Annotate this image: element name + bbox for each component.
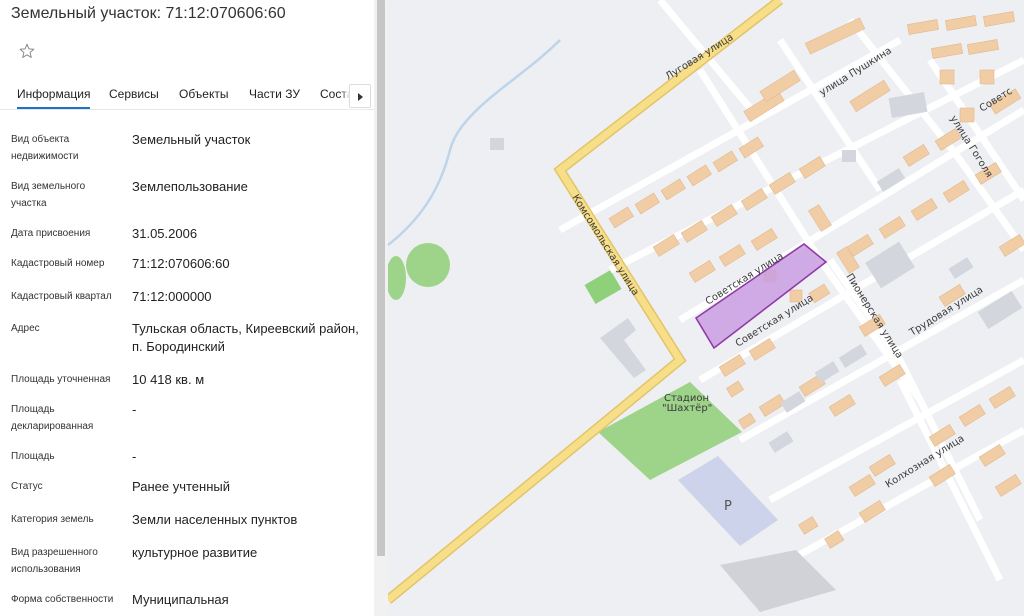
field-label: Вид земельного участка xyxy=(11,181,86,209)
panel-scrollbar-thumb[interactable] xyxy=(377,0,385,556)
field-value: Земли населенных пунктов xyxy=(132,512,298,527)
tab-services[interactable]: Сервисы xyxy=(109,87,159,101)
tabs-next-button[interactable] xyxy=(349,84,371,108)
field-value: 10 418 кв. м xyxy=(132,372,205,387)
field-label: Площадь декларированная xyxy=(11,404,94,432)
stadium-label-name: "Шахтёр" xyxy=(662,403,712,414)
tab-information[interactable]: Информация xyxy=(17,87,91,109)
tab-objects[interactable]: Объекты xyxy=(179,87,229,101)
field-value: культурное развитие xyxy=(132,545,258,560)
field-label: Адрес xyxy=(11,323,40,334)
star-icon[interactable] xyxy=(18,42,36,60)
field-value: Ранее учтенный xyxy=(132,479,230,494)
field-value: Земельный участок xyxy=(132,132,251,147)
field-label: Дата присвоения xyxy=(11,228,91,239)
map-view[interactable]: Луговая улица Комсомольская улица улица … xyxy=(388,0,1024,616)
field-label: Вид разрешенного использования xyxy=(11,547,98,575)
field-value: Землепользование xyxy=(132,179,248,194)
field-value: 71:12:000000 xyxy=(132,289,212,304)
info-panel: Земельный участок: 71:12:070606:60 Инфор… xyxy=(0,0,374,616)
tab-bar: Информация Сервисы Объекты Части ЗУ Сост… xyxy=(0,82,374,110)
field-value: - xyxy=(132,449,137,464)
field-label: Категория земель xyxy=(11,514,94,525)
field-label: Площадь уточненная xyxy=(11,374,111,385)
green-area xyxy=(406,243,450,287)
field-value: 31.05.2006 xyxy=(132,226,198,241)
map-canvas[interactable]: Луговая улица Комсомольская улица улица … xyxy=(388,0,1024,616)
field-value: 71:12:070606:60 xyxy=(132,256,230,271)
field-value: Тульская область, Киреевский район, п. Б… xyxy=(132,321,359,354)
field-value: Муниципальная xyxy=(132,592,229,607)
field-label: Кадастровый квартал xyxy=(11,291,112,302)
field-value: - xyxy=(132,402,137,417)
field-label: Вид объекта недвижимости xyxy=(11,134,79,162)
field-label: Форма собственности xyxy=(11,594,114,605)
chevron-right-icon xyxy=(358,93,363,101)
parking-icon: P xyxy=(724,499,732,514)
tab-parts[interactable]: Части ЗУ xyxy=(249,87,300,101)
field-label: Кадастровый номер xyxy=(11,258,105,269)
field-label: Статус xyxy=(11,481,43,492)
field-label: Площадь xyxy=(11,451,55,462)
page-title: Земельный участок: 71:12:070606:60 xyxy=(11,5,286,22)
